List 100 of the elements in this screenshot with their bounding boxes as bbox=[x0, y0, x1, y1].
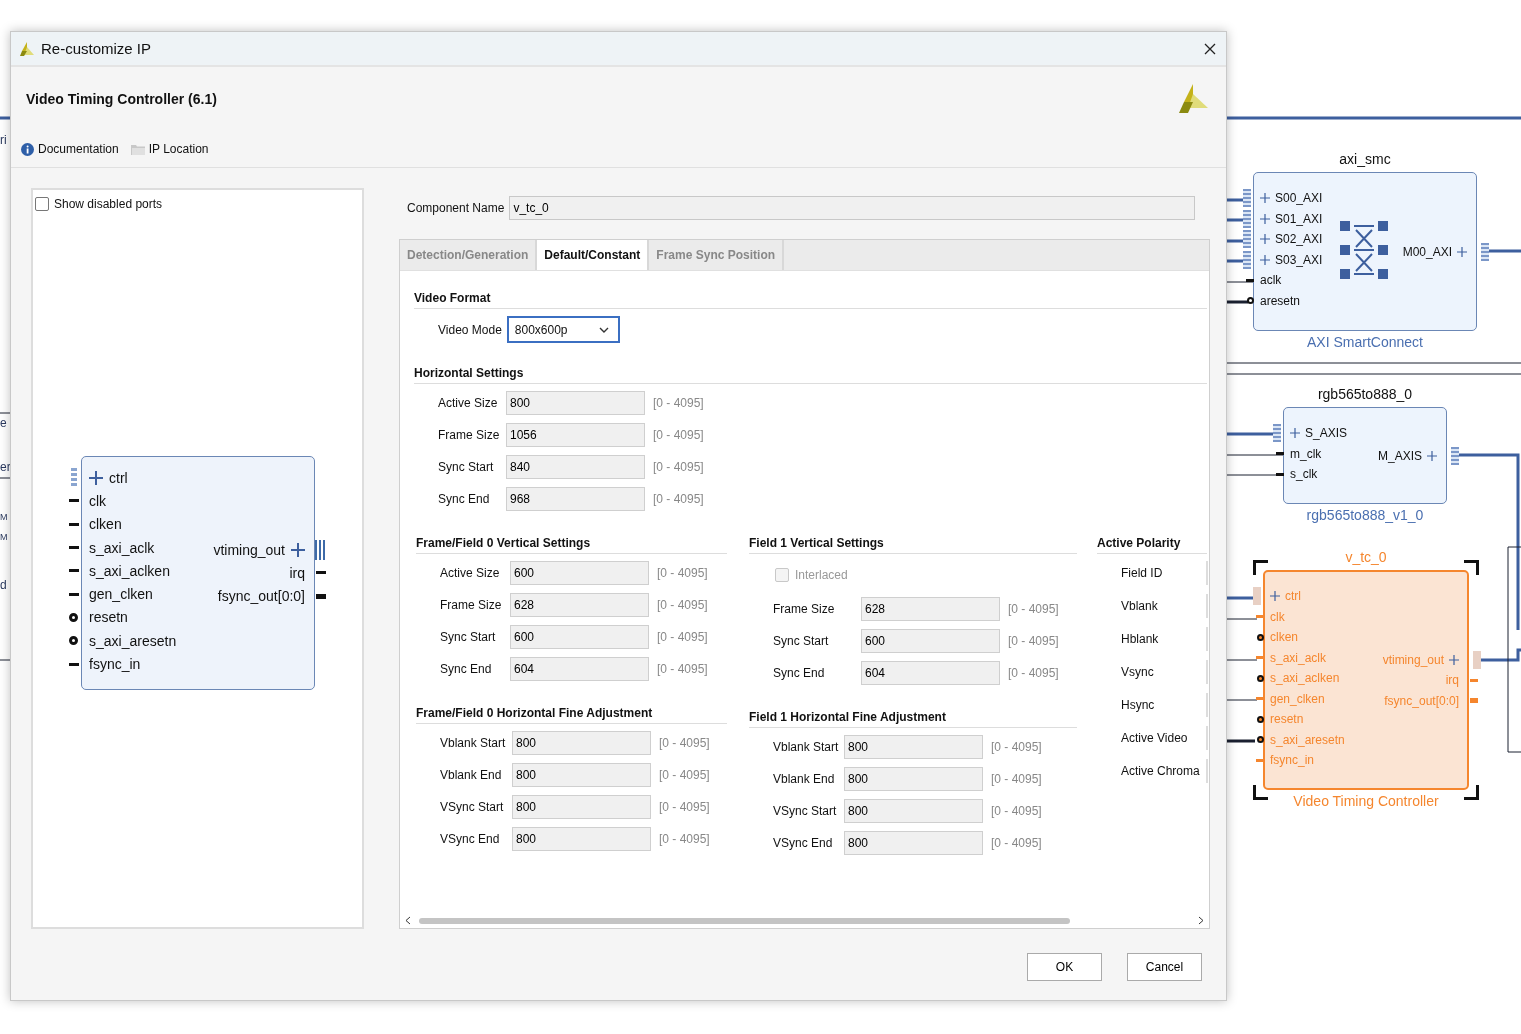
inverted-pin-icon[interactable] bbox=[69, 612, 78, 622]
number-field[interactable]: 600 bbox=[861, 629, 1000, 653]
scroll-left-icon[interactable] bbox=[405, 916, 411, 925]
port-pin[interactable] bbox=[316, 571, 326, 575]
inverted-pin-icon[interactable] bbox=[69, 636, 78, 646]
number-field[interactable]: 628 bbox=[510, 593, 649, 617]
port-pin[interactable] bbox=[316, 593, 326, 599]
field-label: Vblank Start bbox=[773, 740, 840, 754]
port-pin[interactable] bbox=[69, 522, 79, 526]
tab[interactable]: Default/Constant bbox=[537, 240, 650, 270]
inverted-pin-icon[interactable] bbox=[1257, 715, 1264, 723]
port-pin[interactable] bbox=[69, 569, 79, 573]
plus-icon[interactable] bbox=[1427, 450, 1437, 461]
field-label: Sync End bbox=[773, 666, 826, 680]
inverted-pin-icon[interactable] bbox=[1247, 297, 1254, 305]
port-label: irq bbox=[289, 564, 305, 581]
bus-connector-icon[interactable] bbox=[1243, 250, 1251, 269]
port-label: fsync_in bbox=[1270, 753, 1315, 768]
selection-corner bbox=[1464, 785, 1479, 800]
component-name-field[interactable]: v_tc_0 bbox=[509, 196, 1196, 220]
selection-corner bbox=[1253, 785, 1268, 800]
port-pin[interactable] bbox=[69, 546, 79, 550]
scroll-right-icon[interactable] bbox=[1198, 916, 1204, 925]
port-label: resetn bbox=[89, 609, 128, 626]
bus-connector-icon[interactable] bbox=[1243, 209, 1251, 228]
port-label: S02_AXI bbox=[1275, 232, 1323, 247]
number-field[interactable]: 800 bbox=[512, 763, 651, 787]
header-link[interactable]: IP Location bbox=[130, 142, 209, 156]
bus-connector-icon[interactable] bbox=[71, 467, 77, 488]
info-icon bbox=[21, 142, 34, 156]
field-label: Frame Size bbox=[773, 602, 836, 616]
number-field[interactable]: 800 bbox=[512, 827, 651, 851]
number-field[interactable]: 628 bbox=[861, 597, 1000, 621]
port-label: s_axi_aresetn bbox=[89, 632, 177, 649]
ip-block[interactable]: S_AXIS m_clk s_clk M_AXIS bbox=[1271, 407, 1459, 504]
field-label: Vblank bbox=[1121, 598, 1159, 613]
field-label: VSync End bbox=[440, 832, 501, 846]
plus-icon[interactable] bbox=[1290, 428, 1300, 439]
range-hint: [0 - 4095] bbox=[991, 740, 1042, 754]
field-label: Active Video bbox=[1121, 730, 1189, 745]
number-field[interactable]: 600 bbox=[510, 625, 649, 649]
number-field[interactable]: 800 bbox=[512, 731, 651, 755]
field-label: VSync Start bbox=[773, 804, 838, 818]
plus-icon[interactable] bbox=[1260, 234, 1270, 245]
field-label: Field ID bbox=[1121, 565, 1164, 580]
block-name: v_tc_0 bbox=[1344, 549, 1388, 565]
range-hint: [0 - 4095] bbox=[653, 428, 704, 442]
dialog-button[interactable]: Cancel bbox=[1127, 953, 1202, 981]
number-field[interactable]: 800 bbox=[512, 795, 651, 819]
range-hint: [0 - 4095] bbox=[1008, 602, 1059, 616]
plus-icon[interactable] bbox=[1449, 654, 1459, 665]
bus-connector-icon[interactable] bbox=[1273, 424, 1281, 443]
field-label: Hblank bbox=[1121, 631, 1160, 646]
number-field[interactable]: 604 bbox=[861, 661, 1000, 685]
field-label: Component Name bbox=[407, 201, 505, 215]
plus-icon[interactable] bbox=[1260, 254, 1270, 265]
port-pin[interactable] bbox=[69, 499, 79, 503]
port-pin[interactable] bbox=[1246, 278, 1254, 282]
bus-connector-icon[interactable] bbox=[315, 539, 327, 560]
port-label: s_axi_aclk bbox=[89, 539, 155, 556]
bus-connector-icon[interactable] bbox=[1243, 189, 1251, 208]
checkbox[interactable] bbox=[35, 197, 49, 211]
port-pin[interactable] bbox=[1276, 452, 1284, 456]
bus-connector-icon[interactable] bbox=[1481, 242, 1489, 261]
number-field[interactable]: 800 bbox=[844, 831, 983, 855]
ip-title: Video Timing Controller (6.1) bbox=[26, 91, 217, 107]
port-pin[interactable] bbox=[69, 592, 79, 596]
port-label: ctrl bbox=[1285, 589, 1301, 604]
bus-connector-icon[interactable] bbox=[1451, 446, 1459, 465]
inverted-pin-icon[interactable] bbox=[1257, 674, 1264, 682]
inverted-pin-icon[interactable] bbox=[1257, 736, 1264, 744]
number-field[interactable]: 800 bbox=[844, 767, 983, 791]
number-field[interactable]: 600 bbox=[510, 561, 649, 585]
ip-block[interactable]: S00_AXI S01_AXI S02_AXI S03_AXI aclk aresetn M00_AXI bbox=[1241, 172, 1489, 331]
number-field[interactable]: 800 bbox=[844, 799, 983, 823]
number-field[interactable]: 1056 bbox=[506, 423, 645, 447]
section-title: Field 1 Horizontal Fine Adjustment bbox=[749, 707, 1077, 728]
port-pin[interactable] bbox=[69, 662, 79, 666]
number-field[interactable]: 968 bbox=[506, 487, 645, 511]
scrollbar-thumb[interactable] bbox=[419, 917, 1070, 924]
close-icon[interactable] bbox=[1204, 42, 1216, 55]
range-hint: [0 - 4095] bbox=[653, 492, 704, 506]
dialog-button[interactable]: OK bbox=[1027, 953, 1102, 981]
bus-connector-icon[interactable] bbox=[1243, 230, 1251, 249]
plus-icon[interactable] bbox=[1260, 213, 1270, 224]
header-link[interactable]: Documentation bbox=[21, 142, 119, 156]
port-label: gen_clken bbox=[1270, 691, 1325, 706]
plus-icon[interactable] bbox=[1260, 193, 1270, 204]
plus-icon[interactable] bbox=[89, 470, 103, 485]
number-field[interactable]: 800 bbox=[844, 735, 983, 759]
cut-off-label: M bbox=[0, 531, 8, 544]
video-mode-dropdown[interactable]: 800x600p bbox=[506, 316, 620, 343]
plus-icon[interactable] bbox=[291, 542, 305, 557]
number-field[interactable]: 840 bbox=[506, 455, 645, 479]
number-field[interactable]: 800 bbox=[506, 391, 645, 415]
plus-icon[interactable] bbox=[1457, 246, 1467, 257]
plus-icon[interactable] bbox=[1270, 591, 1280, 602]
inverted-pin-icon[interactable] bbox=[1257, 633, 1264, 641]
number-field[interactable]: 604 bbox=[510, 657, 649, 681]
port-pin[interactable] bbox=[1276, 472, 1284, 476]
